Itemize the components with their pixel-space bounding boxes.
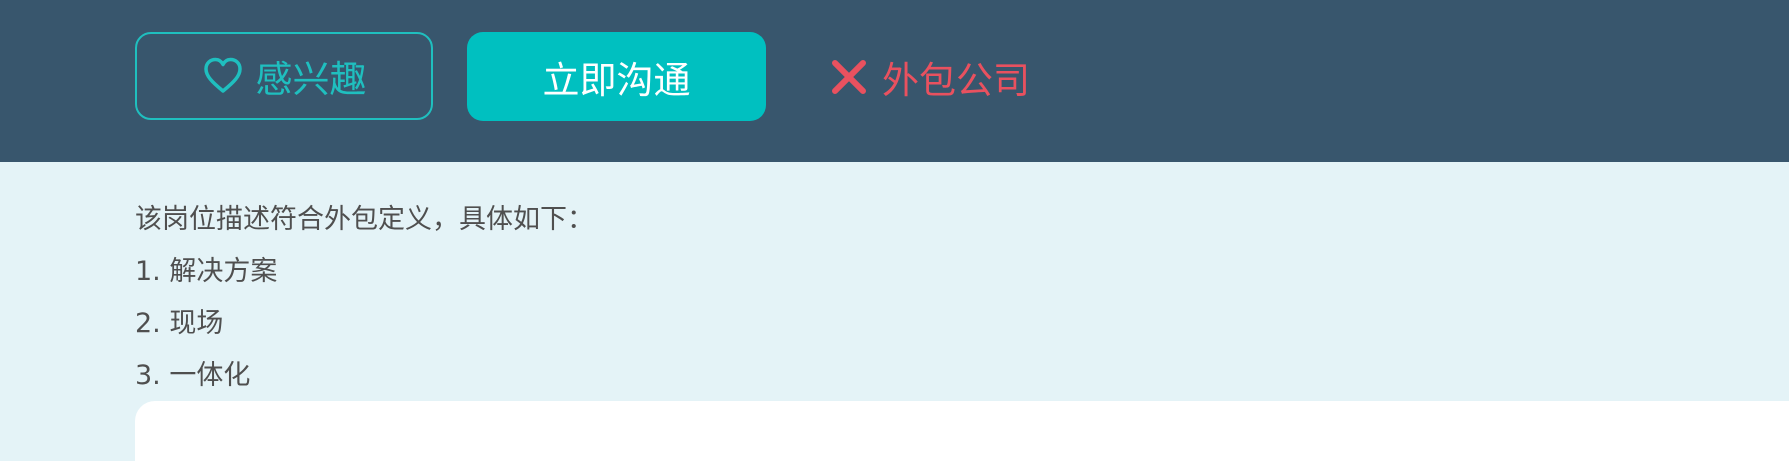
content-panel bbox=[135, 401, 1789, 461]
heart-icon bbox=[202, 56, 244, 96]
interest-button[interactable]: 感兴趣 bbox=[135, 32, 433, 120]
contact-button-label: 立即沟通 bbox=[542, 58, 691, 102]
action-header: 感兴趣 立即沟通 外包公司 bbox=[0, 0, 1789, 162]
close-icon bbox=[830, 58, 868, 96]
contact-button[interactable]: 立即沟通 bbox=[467, 32, 766, 121]
description-item: 1. 解决方案 bbox=[135, 256, 278, 287]
outsource-label: 外包公司 bbox=[882, 59, 1030, 102]
outsource-description: 该岗位描述符合外包定义，具体如下： 1. 解决方案 2. 现场 3. 一体化 bbox=[0, 162, 1789, 402]
outsource-tag: 外包公司 bbox=[830, 42, 1030, 112]
description-intro: 该岗位描述符合外包定义，具体如下： bbox=[135, 204, 594, 235]
description-item: 2. 现场 bbox=[135, 308, 224, 339]
description-item: 3. 一体化 bbox=[135, 360, 251, 391]
interest-button-label: 感兴趣 bbox=[255, 58, 367, 101]
